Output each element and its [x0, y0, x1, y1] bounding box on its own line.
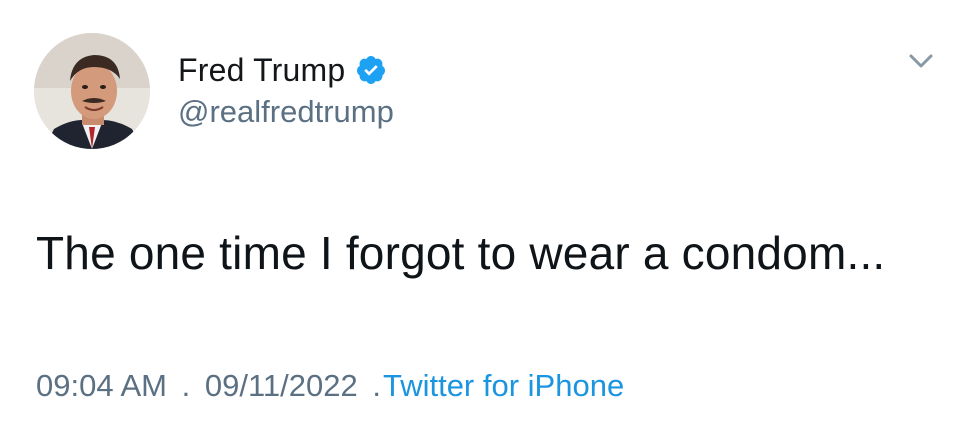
tweet-time[interactable]: 09:04 AM: [36, 368, 167, 403]
tweet-card: Fred Trump @realfredtrump The one time I…: [0, 0, 960, 446]
chevron-down-icon[interactable]: [906, 46, 936, 76]
user-handle[interactable]: @realfredtrump: [178, 94, 394, 130]
tweet-date[interactable]: 09/11/2022: [205, 368, 358, 403]
tweet-text: The one time I forgot to wear a condom..…: [36, 227, 886, 279]
avatar-image: [34, 33, 150, 149]
avatar[interactable]: [34, 33, 150, 149]
tweet-source-link[interactable]: Twitter for iPhone: [383, 368, 624, 403]
name-row: Fred Trump: [178, 50, 394, 90]
tweet-meta: 09:04 AM . 09/11/2022 .Twitter for iPhon…: [36, 368, 624, 404]
verified-badge-icon: [355, 54, 387, 86]
meta-separator: .: [181, 368, 191, 403]
meta-separator: .: [372, 368, 381, 403]
display-name[interactable]: Fred Trump: [178, 52, 345, 89]
author-block: Fred Trump @realfredtrump: [178, 50, 394, 130]
